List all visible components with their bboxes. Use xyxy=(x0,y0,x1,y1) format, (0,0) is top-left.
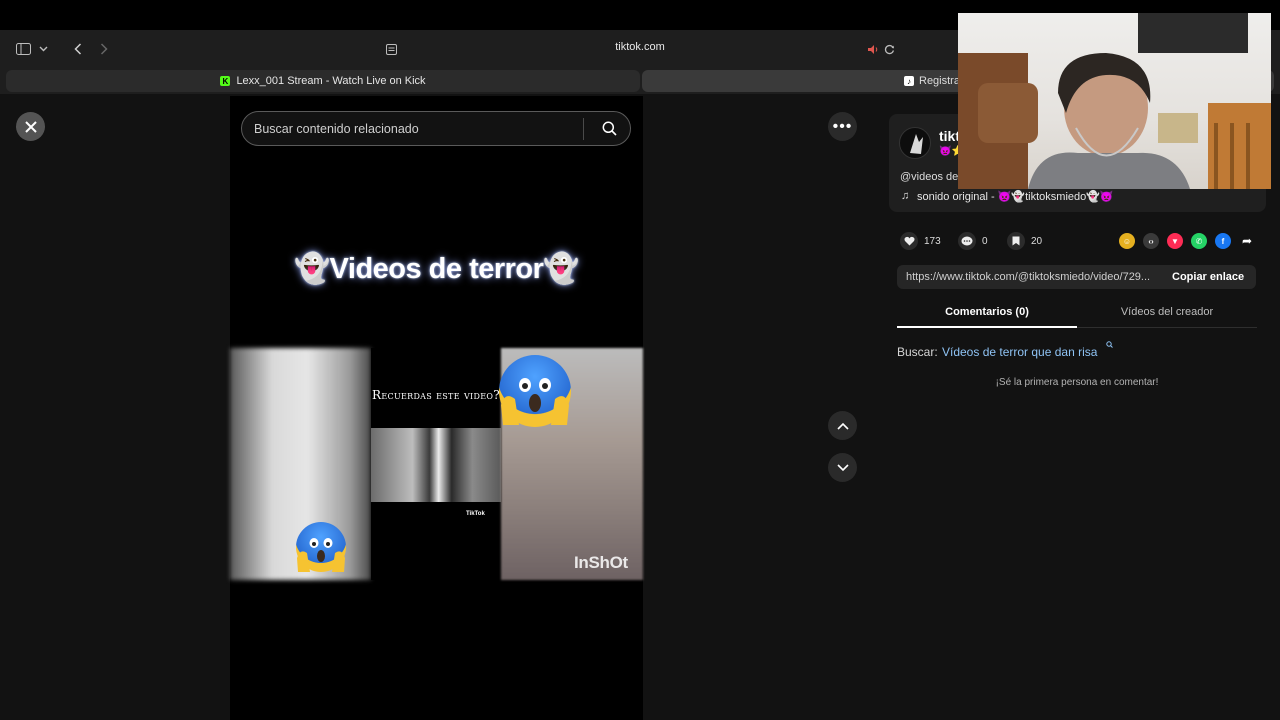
back-icon[interactable] xyxy=(70,38,86,60)
search-placeholder: Buscar contenido relacionado xyxy=(254,121,419,136)
avatar[interactable] xyxy=(899,127,931,159)
facebook-icon[interactable]: f xyxy=(1215,233,1231,249)
video-title-overlay: 👻Videos de terror👻 xyxy=(293,253,580,285)
whatsapp-icon[interactable]: ✆ xyxy=(1191,233,1207,249)
reload-icon[interactable] xyxy=(882,38,896,60)
previous-video-button[interactable] xyxy=(828,411,857,440)
music-link[interactable]: sonido original - 👿👻tiktoksmiedo👻👿 xyxy=(917,190,1114,203)
close-button[interactable] xyxy=(16,112,45,141)
search-divider xyxy=(583,117,584,140)
video-frame-hallway xyxy=(371,428,501,502)
send-icon[interactable]: ▼ xyxy=(1167,233,1183,249)
coin-share-icon[interactable]: ☺ xyxy=(1119,233,1135,249)
more-options-button[interactable]: ••• xyxy=(828,112,857,141)
tiktok-logo-icon: ♪ xyxy=(904,76,914,86)
address-bar-url[interactable]: tiktok.com xyxy=(560,41,720,53)
comment-count: 0 xyxy=(982,235,988,247)
chevron-down-icon[interactable] xyxy=(36,38,50,60)
tab-kick-stream[interactable]: K Lexx_001 Stream - Watch Live on Kick xyxy=(6,70,640,92)
search-icon[interactable] xyxy=(594,121,624,136)
search-suggestion-link[interactable]: Vídeos de terror que dan risa xyxy=(942,345,1097,359)
save-count: 20 xyxy=(1031,235,1043,247)
related-search-input[interactable]: Buscar contenido relacionado xyxy=(241,111,631,146)
tab-creator-videos[interactable]: Vídeos del creador xyxy=(1077,306,1257,318)
sidebar-icon[interactable] xyxy=(14,38,32,60)
next-video-button[interactable] xyxy=(828,453,857,482)
scream-emoji-icon xyxy=(499,355,571,427)
empty-comments-message: ¡Sé la primera persona en comentar! xyxy=(995,377,1159,388)
music-note-icon: ♫ xyxy=(901,190,910,202)
search-suggestion-icon xyxy=(1106,341,1113,350)
like-count: 173 xyxy=(924,235,941,247)
inshot-watermark: InShOt xyxy=(574,553,628,572)
tab-label: Registra xyxy=(919,75,960,87)
video-link-box: https://www.tiktok.com/@tiktoksmiedo/vid… xyxy=(897,265,1256,289)
chevron-up-icon xyxy=(836,422,849,430)
close-icon xyxy=(24,120,37,133)
comment-button[interactable]: 0 xyxy=(958,232,988,250)
reader-icon[interactable] xyxy=(384,38,398,60)
author-name[interactable]: tikt xyxy=(939,128,960,144)
chevron-down-icon xyxy=(836,463,849,471)
like-button[interactable]: 173 xyxy=(900,232,941,250)
tab-divider xyxy=(1077,327,1257,328)
tab-label: Lexx_001 Stream - Watch Live on Kick xyxy=(236,75,426,87)
streamer-webcam xyxy=(958,13,1271,189)
embed-icon[interactable]: ‹› xyxy=(1143,233,1159,249)
video-description: @videos de xyxy=(900,171,959,183)
overlay-caption: Recuerdas este video? xyxy=(372,388,500,402)
active-tab-indicator xyxy=(897,326,1077,328)
bookmark-icon xyxy=(1007,232,1025,250)
video-link[interactable]: https://www.tiktok.com/@tiktoksmiedo/vid… xyxy=(906,271,1158,283)
heart-icon xyxy=(900,232,918,250)
save-button[interactable]: 20 xyxy=(1007,232,1042,250)
share-arrow-icon[interactable]: ➦ xyxy=(1239,233,1255,249)
forward-icon[interactable] xyxy=(96,38,112,60)
copy-link-button[interactable]: Copiar enlace xyxy=(1172,271,1244,283)
tiktok-watermark: TikTok xyxy=(466,511,485,517)
comment-icon xyxy=(958,232,976,250)
kick-logo-icon: K xyxy=(220,76,231,86)
tab-comments[interactable]: Comentarios (0) xyxy=(897,306,1077,318)
search-suggestion-label: Buscar: xyxy=(897,345,938,359)
scream-emoji-small-icon xyxy=(296,522,346,572)
speaker-icon[interactable] xyxy=(866,38,880,60)
